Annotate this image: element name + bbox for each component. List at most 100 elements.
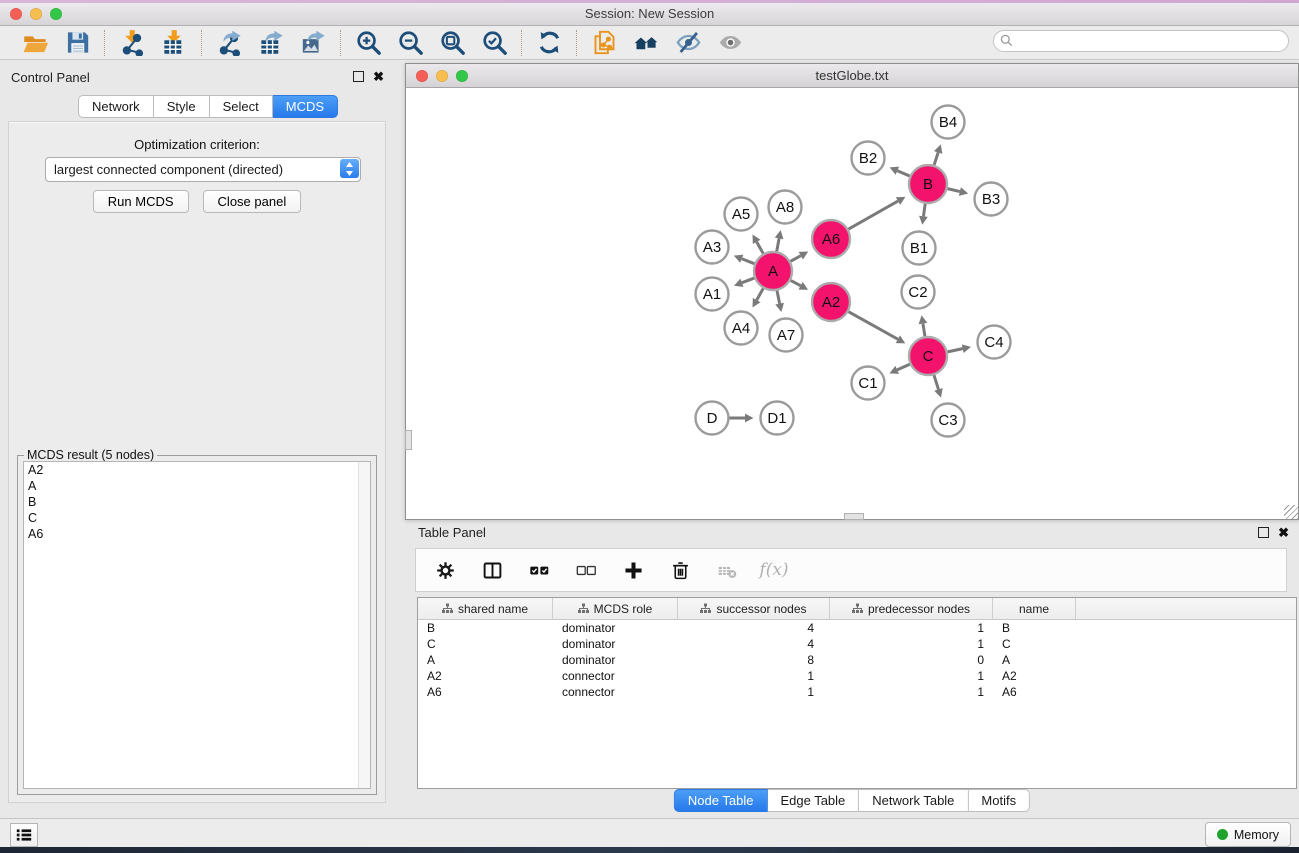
open-folder-icon[interactable] xyxy=(20,28,50,58)
import-network-icon[interactable] xyxy=(117,28,147,58)
export-image-icon[interactable] xyxy=(298,28,328,58)
refresh-icon[interactable] xyxy=(534,28,564,58)
run-mcds-button[interactable]: Run MCDS xyxy=(93,190,189,213)
svg-text:A4: A4 xyxy=(732,320,750,337)
delete-table-icon[interactable] xyxy=(712,555,742,585)
table-cell: B xyxy=(993,621,1076,635)
graph-node-C[interactable]: C xyxy=(909,337,947,375)
canvas-grip-left[interactable] xyxy=(405,430,412,450)
float-panel-icon[interactable] xyxy=(353,71,364,82)
graph-edge-A-A8 xyxy=(777,238,779,251)
column-header-shared-name[interactable]: shared name xyxy=(418,598,553,619)
float-table-panel-icon[interactable] xyxy=(1258,527,1269,538)
graph-node-C3[interactable]: C3 xyxy=(932,404,965,437)
graph-node-B4[interactable]: B4 xyxy=(932,106,965,139)
svg-text:C4: C4 xyxy=(984,334,1003,351)
mcds-result-list[interactable]: A2ABCA6 xyxy=(23,461,371,789)
column-header-successor-nodes[interactable]: successor nodes xyxy=(678,598,830,619)
delete-column-icon[interactable] xyxy=(665,555,695,585)
column-header-name[interactable]: name xyxy=(993,598,1076,619)
canvas-grip-bottom[interactable] xyxy=(844,513,864,520)
memory-button[interactable]: Memory xyxy=(1205,822,1291,847)
houses-icon[interactable] xyxy=(631,28,661,58)
eye-icon[interactable] xyxy=(715,28,745,58)
graph-node-A6[interactable]: A6 xyxy=(812,220,850,258)
result-list-scrollbar[interactable] xyxy=(358,462,370,788)
graph-node-B3[interactable]: B3 xyxy=(975,183,1008,216)
graph-node-C2[interactable]: C2 xyxy=(902,276,935,309)
clear-checks-icon[interactable] xyxy=(571,555,601,585)
add-column-icon[interactable] xyxy=(618,555,648,585)
graph-node-A7[interactable]: A7 xyxy=(770,319,803,352)
network-window-titlebar[interactable]: testGlobe.txt xyxy=(406,64,1298,88)
graph-node-A4[interactable]: A4 xyxy=(725,312,758,345)
graph-node-A1[interactable]: A1 xyxy=(696,278,729,311)
graph-node-A2[interactable]: A2 xyxy=(812,283,850,321)
zoom-selected-icon[interactable] xyxy=(479,28,509,58)
column-header-predecessor-nodes[interactable]: predecessor nodes xyxy=(830,598,993,619)
graph-node-B1[interactable]: B1 xyxy=(903,232,936,265)
table-row[interactable]: Cdominator41C xyxy=(418,636,1296,652)
graph-node-B2[interactable]: B2 xyxy=(852,142,885,175)
fx-icon[interactable]: f(x) xyxy=(759,555,789,585)
graph-node-A5[interactable]: A5 xyxy=(725,198,758,231)
split-view-icon[interactable] xyxy=(477,555,507,585)
eye-slash-icon[interactable] xyxy=(673,28,703,58)
table-cell: A2 xyxy=(418,669,553,683)
import-table-icon[interactable] xyxy=(159,28,189,58)
table-row[interactable]: Bdominator41B xyxy=(418,620,1296,636)
graph-node-D1[interactable]: D1 xyxy=(761,402,794,435)
tab-select[interactable]: Select xyxy=(210,95,273,118)
close-table-panel-icon[interactable]: ✖ xyxy=(1278,528,1289,537)
graph-node-C1[interactable]: C1 xyxy=(852,367,885,400)
table-row[interactable]: Adominator80A xyxy=(418,652,1296,668)
window-resize-grip[interactable] xyxy=(1284,505,1298,519)
graph-node-A[interactable]: A xyxy=(754,252,792,290)
network-canvas[interactable]: A A1 A2 A3 A4 A5 A6 A7 A8 B B1 B2 B3 B4 C C1 C2 C3 C4 D D1 xyxy=(406,88,1298,519)
tab-edge-table[interactable]: Edge Table xyxy=(767,789,859,812)
search-input[interactable] xyxy=(993,30,1289,52)
svg-text:A1: A1 xyxy=(703,286,721,303)
tab-network[interactable]: Network xyxy=(78,95,154,118)
table-header-row: shared nameMCDS rolesuccessor nodesprede… xyxy=(418,598,1296,620)
zoom-in-icon[interactable] xyxy=(353,28,383,58)
result-list-item[interactable]: C xyxy=(24,510,370,526)
table-row[interactable]: A2connector11A2 xyxy=(418,668,1296,684)
svg-text:C3: C3 xyxy=(938,412,957,429)
svg-text:A5: A5 xyxy=(732,206,750,223)
result-list-item[interactable]: B xyxy=(24,494,370,510)
gear-icon[interactable] xyxy=(430,555,460,585)
clone-network-icon[interactable] xyxy=(589,28,619,58)
graph-node-A3[interactable]: A3 xyxy=(696,231,729,264)
export-toolbar-group xyxy=(202,28,340,58)
tab-node-table[interactable]: Node Table xyxy=(674,789,768,812)
save-icon[interactable] xyxy=(62,28,92,58)
column-header-MCDS-role[interactable]: MCDS role xyxy=(553,598,678,619)
export-table-icon[interactable] xyxy=(256,28,286,58)
result-list-item[interactable]: A2 xyxy=(24,462,370,478)
optimization-criterion-dropdown[interactable]: largest connected component (directed) xyxy=(45,157,361,182)
column-tree-icon xyxy=(700,603,711,614)
tab-mcds[interactable]: MCDS xyxy=(273,95,338,118)
graph-node-C4[interactable]: C4 xyxy=(978,326,1011,359)
table-row[interactable]: A6connector11A6 xyxy=(418,684,1296,700)
table-cell: 0 xyxy=(830,653,993,667)
zoom-out-icon[interactable] xyxy=(395,28,425,58)
app-title: Session: New Session xyxy=(0,6,1299,21)
export-network-icon[interactable] xyxy=(214,28,244,58)
svg-text:B3: B3 xyxy=(982,191,1000,208)
tab-network-table[interactable]: Network Table xyxy=(859,789,968,812)
result-list-item[interactable]: A6 xyxy=(24,526,370,542)
zoom-fit-icon[interactable] xyxy=(437,28,467,58)
result-list-item[interactable]: A xyxy=(24,478,370,494)
tab-style[interactable]: Style xyxy=(154,95,210,118)
table-cell: 1 xyxy=(678,669,830,683)
close-panel-button[interactable]: Close panel xyxy=(203,190,302,213)
graph-node-D[interactable]: D xyxy=(696,402,729,435)
graph-node-A8[interactable]: A8 xyxy=(769,191,802,224)
task-history-button[interactable] xyxy=(10,823,38,847)
graph-node-B[interactable]: B xyxy=(909,165,947,203)
close-panel-icon[interactable]: ✖ xyxy=(373,72,384,81)
select-checks-icon[interactable] xyxy=(524,555,554,585)
tab-motifs[interactable]: Motifs xyxy=(968,789,1030,812)
